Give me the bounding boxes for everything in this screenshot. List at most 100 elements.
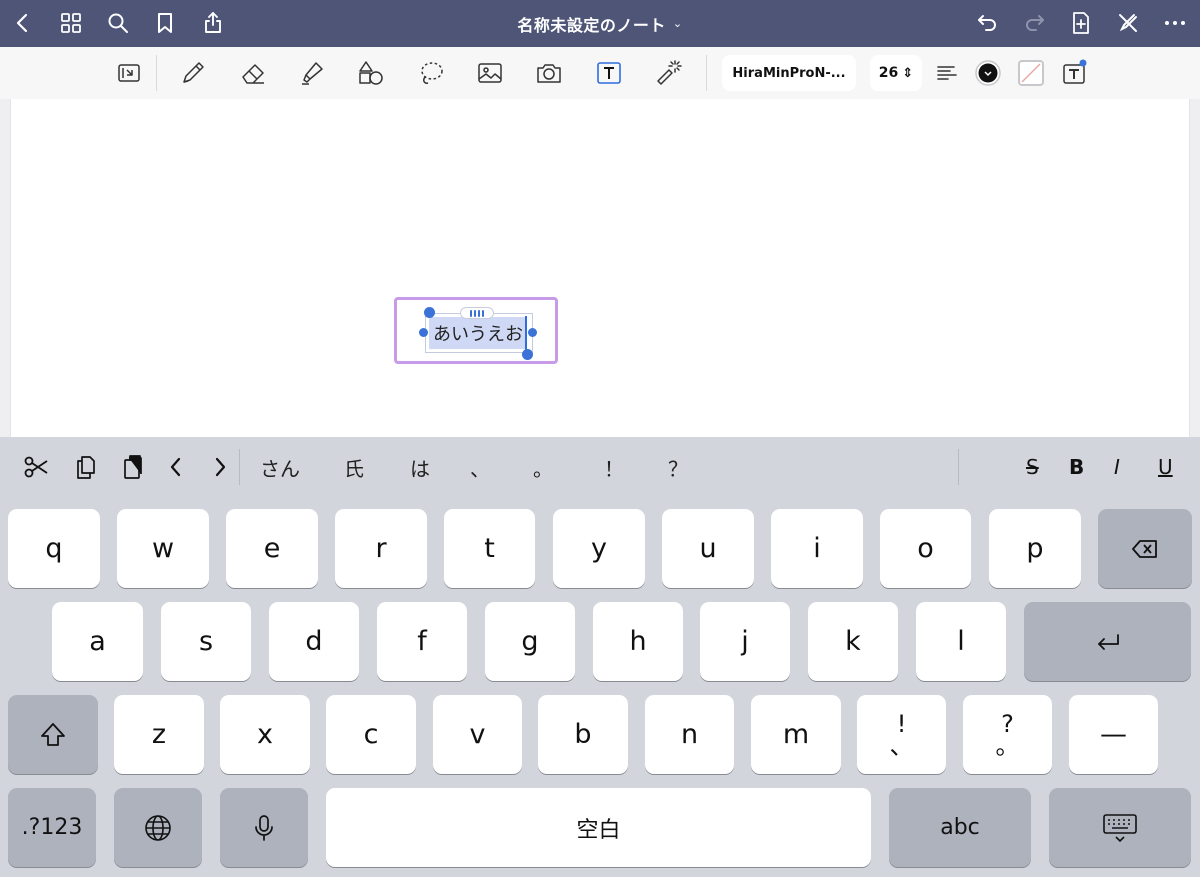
- key-l[interactable]: l: [916, 602, 1006, 681]
- text-style-icon[interactable]: [1058, 57, 1092, 89]
- suggestion-item[interactable]: 。: [533, 451, 553, 483]
- key-r[interactable]: r: [335, 509, 427, 588]
- pen-icon[interactable]: [176, 57, 210, 89]
- drag-handle[interactable]: [460, 307, 494, 319]
- return-key[interactable]: [1024, 602, 1191, 681]
- suggestion-item[interactable]: さん: [260, 451, 300, 483]
- key-k[interactable]: k: [808, 602, 898, 681]
- text-caret: [525, 316, 527, 350]
- resize-handle-left[interactable]: [419, 328, 428, 337]
- chevron-down-icon: ⌄: [672, 17, 683, 30]
- key-j[interactable]: j: [700, 602, 790, 681]
- font-family-label: HiraMinProN-...: [732, 65, 846, 81]
- shift-key[interactable]: [8, 695, 98, 774]
- laser-pointer-icon[interactable]: [651, 57, 685, 89]
- key-x[interactable]: x: [220, 695, 310, 774]
- key-question[interactable]: ?。: [963, 695, 1052, 774]
- more-icon[interactable]: [1160, 8, 1190, 38]
- camera-icon[interactable]: [532, 57, 566, 89]
- redo-icon[interactable]: [1020, 8, 1050, 38]
- dictation-key[interactable]: [220, 788, 308, 867]
- title-bar: 名称未設定のノート ⌄: [0, 0, 1200, 47]
- selection-start-handle[interactable]: [424, 307, 435, 318]
- cursor-left-icon[interactable]: [160, 451, 192, 483]
- key-v[interactable]: v: [433, 695, 522, 774]
- font-size-value: 26: [878, 65, 899, 81]
- eraser-icon[interactable]: [236, 57, 270, 89]
- cursor-right-icon[interactable]: [204, 451, 236, 483]
- key-exclamation[interactable]: !、: [857, 695, 946, 774]
- key-t[interactable]: t: [444, 509, 535, 588]
- tool-bar: HiraMinProN-... 26 ⇕: [0, 47, 1200, 100]
- dismiss-keyboard-key[interactable]: [1049, 788, 1191, 867]
- key-d[interactable]: d: [269, 602, 359, 681]
- key-p[interactable]: p: [989, 509, 1081, 588]
- underline-button[interactable]: U: [1158, 451, 1173, 483]
- suggestion-item[interactable]: 氏: [344, 451, 364, 483]
- suggestion-item[interactable]: ！: [604, 451, 624, 483]
- key-m[interactable]: m: [751, 695, 841, 774]
- key-question-bottom: 。: [995, 731, 1020, 760]
- italic-button[interactable]: I: [1114, 451, 1120, 483]
- shortcut-divider: [239, 449, 240, 485]
- key-exclamation-bottom: 、: [889, 731, 914, 760]
- lasso-icon[interactable]: [414, 57, 448, 89]
- key-e[interactable]: e: [226, 509, 318, 588]
- key-a[interactable]: a: [52, 602, 143, 681]
- note-page[interactable]: [10, 99, 1190, 437]
- font-family-selector[interactable]: HiraMinProN-...: [722, 55, 856, 91]
- image-icon[interactable]: [473, 57, 507, 89]
- key-dash[interactable]: —: [1069, 695, 1158, 774]
- delete-key[interactable]: [1098, 509, 1192, 588]
- cut-icon[interactable]: [20, 451, 52, 483]
- shortcut-bar: さん 氏 は 、 。 ！ ？ S B I U: [0, 437, 1200, 497]
- key-o[interactable]: o: [880, 509, 971, 588]
- abc-key[interactable]: abc: [889, 788, 1031, 867]
- bold-button[interactable]: B: [1069, 451, 1084, 483]
- align-left-icon[interactable]: [930, 57, 964, 89]
- suggestion-item[interactable]: は: [410, 451, 430, 483]
- shapes-icon[interactable]: [354, 57, 388, 89]
- key-g[interactable]: g: [485, 602, 575, 681]
- undo-icon[interactable]: [972, 8, 1002, 38]
- paste-icon[interactable]: [117, 451, 149, 483]
- background-color-swatch[interactable]: [1014, 57, 1048, 89]
- selection-end-handle[interactable]: [522, 349, 533, 360]
- keyboard-dismiss-icon: [1103, 813, 1137, 842]
- font-size-selector[interactable]: 26 ⇕: [870, 55, 922, 91]
- toolbar-divider: [706, 55, 707, 91]
- text-box-content[interactable]: あいうえお: [429, 317, 527, 349]
- key-f[interactable]: f: [377, 602, 467, 681]
- toolbar-divider: [156, 55, 157, 91]
- resize-handle-right[interactable]: [528, 328, 537, 337]
- numbers-key[interactable]: .?123: [8, 788, 96, 867]
- key-z[interactable]: z: [114, 695, 204, 774]
- key-s[interactable]: s: [161, 602, 251, 681]
- key-b[interactable]: b: [538, 695, 628, 774]
- copy-icon[interactable]: [70, 451, 102, 483]
- key-i[interactable]: i: [771, 509, 863, 588]
- text-tool-icon[interactable]: [592, 57, 626, 89]
- key-h[interactable]: h: [593, 602, 683, 681]
- pen-off-icon[interactable]: [1113, 8, 1143, 38]
- text-color-swatch[interactable]: [971, 57, 1005, 89]
- stepper-chevron-icon: ⇕: [902, 65, 914, 81]
- key-n[interactable]: n: [645, 695, 734, 774]
- highlighter-icon[interactable]: [295, 57, 329, 89]
- key-q[interactable]: q: [8, 509, 100, 588]
- suggestion-item[interactable]: 、: [470, 451, 490, 483]
- read-only-mode-icon[interactable]: [112, 57, 146, 89]
- globe-icon: [145, 814, 171, 841]
- shortcut-divider: [958, 449, 959, 485]
- strikethrough-button[interactable]: S: [1026, 451, 1039, 483]
- key-u[interactable]: u: [662, 509, 754, 588]
- key-c[interactable]: c: [326, 695, 416, 774]
- space-key[interactable]: 空白: [326, 788, 871, 867]
- note-title-text: 名称未設定のノート: [517, 15, 666, 35]
- key-w[interactable]: w: [117, 509, 209, 588]
- backspace-icon: [1132, 539, 1157, 558]
- globe-key[interactable]: [114, 788, 202, 867]
- key-y[interactable]: y: [553, 509, 645, 588]
- add-page-icon[interactable]: [1066, 8, 1096, 38]
- suggestion-item[interactable]: ？: [668, 451, 688, 483]
